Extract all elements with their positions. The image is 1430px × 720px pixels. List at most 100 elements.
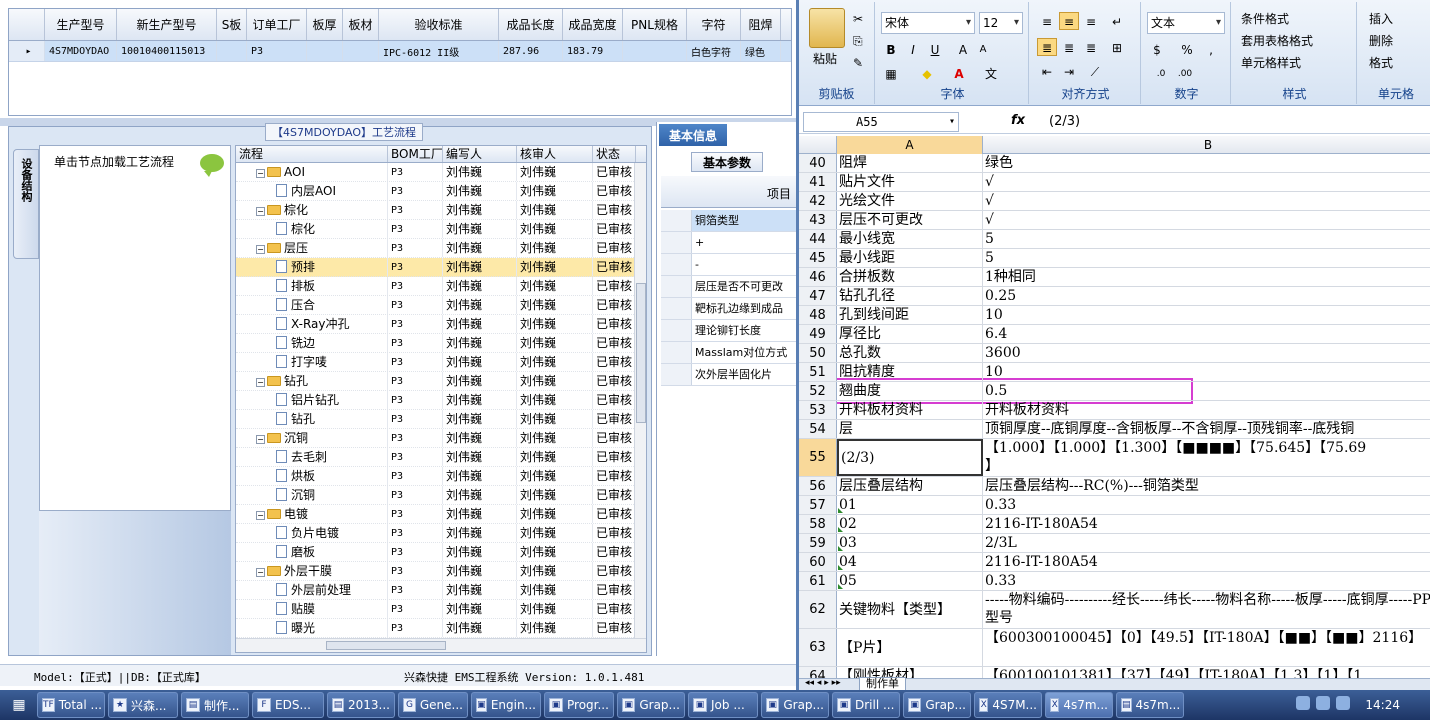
order-col-header[interactable]: 成品宽度 [563,9,623,40]
collapse-icon[interactable]: − [256,207,265,216]
cell-a[interactable]: 阻焊 [837,154,983,172]
cell-a[interactable]: 贴片文件 [837,173,983,191]
taskbar-button[interactable]: ▣ Engin... [471,692,541,718]
tree-col-header[interactable]: BOM工厂 [388,146,443,162]
order-cell[interactable]: 287.96 [499,41,563,61]
paste-button[interactable]: 粘贴 [813,50,837,67]
order-col-header[interactable]: 阻焊 [741,9,781,40]
format-button[interactable]: 格式 [1369,54,1393,71]
row-header[interactable]: 54 [799,420,837,438]
grow-font-icon[interactable]: A [953,40,973,58]
process-tree-row[interactable]: 去毛刺 P3 刘伟巍 刘伟巍 已审核 [236,448,636,467]
info-param-row[interactable]: 层压是否不可更改 [661,276,797,298]
align-left-icon[interactable]: ≣ [1037,38,1057,56]
cell-b[interactable]: -----物料编码----------经长-----纬长-----物料名称---… [983,591,1430,628]
insert-button[interactable]: 插入 [1369,10,1393,27]
cell-a[interactable]: 05 [837,572,983,590]
row-header[interactable]: 59 [799,534,837,552]
order-col-header[interactable]: S板 [217,9,247,40]
tree-vscrollbar[interactable] [634,163,646,638]
align-top-icon[interactable]: ≡ [1037,12,1057,30]
cell-a[interactable]: 厚径比 [837,325,983,343]
order-cell[interactable] [307,41,343,61]
process-tree-row[interactable]: 预排 P3 刘伟巍 刘伟巍 已审核 [236,258,636,277]
column-header-a[interactable]: A [837,136,983,154]
tree-col-header[interactable]: 流程 [236,146,388,162]
copy-icon[interactable]: ⎘ [853,34,863,49]
wrap-text-icon[interactable]: ↵ [1107,12,1127,30]
font-color-icon[interactable]: A [949,64,969,82]
order-col-header[interactable]: 验收标准 [379,9,499,40]
collapse-icon[interactable]: − [256,511,265,520]
cell-b[interactable]: 层压叠层结构---RC(%)---铜箔类型 [983,477,1430,495]
order-col-header[interactable]: 板厚 [307,9,343,40]
italic-icon[interactable]: I [903,40,923,58]
cell-a[interactable]: 【P片】 [837,629,983,666]
cell-a[interactable]: 层压不可更改 [837,211,983,229]
align-middle-icon[interactable]: ≡ [1059,12,1079,30]
taskbar-button[interactable]: X 4s7m... [1045,692,1113,718]
process-tree-row[interactable]: 排板 P3 刘伟巍 刘伟巍 已审核 [236,277,636,296]
info-param-row[interactable]: 次外层半固化片 [661,364,797,386]
process-tree-row[interactable]: 磨板 P3 刘伟巍 刘伟巍 已审核 [236,543,636,562]
tree-node[interactable]: X-Ray冲孔 [236,315,388,333]
row-header[interactable]: 49 [799,325,837,343]
column-header-b[interactable]: B [983,136,1430,154]
order-col-header[interactable]: 新生产型号 [117,9,217,40]
tree-node[interactable]: − 棕化 [236,201,388,219]
cell-b[interactable]: 2/3L [983,534,1430,552]
tree-node[interactable]: − 电镀 [236,505,388,523]
collapse-icon[interactable]: − [256,245,265,254]
table-format-button[interactable]: 套用表格格式 [1241,32,1313,49]
align-center-icon[interactable]: ≣ [1059,38,1079,56]
tree-node[interactable]: 铣边 [236,334,388,352]
bold-icon[interactable]: B [881,40,901,58]
row-header[interactable]: 63 [799,629,837,666]
cell-b[interactable]: 0.25 [983,287,1430,305]
process-tree-row[interactable]: − 外层干膜 P3 刘伟巍 刘伟巍 已审核 [236,562,636,581]
process-tree-row[interactable]: 内层AOI P3 刘伟巍 刘伟巍 已审核 [236,182,636,201]
row-header[interactable]: 64 [799,667,837,678]
order-cell[interactable]: 4S7MDOYDAO [45,41,117,61]
cell-styles-button[interactable]: 单元格样式 [1241,54,1301,71]
tree-node[interactable]: 打字唛 [236,353,388,371]
cell-b[interactable]: 【600300100045】【0】【49.5】【IT-180A】【■■】【■■】… [983,629,1430,666]
fx-icon[interactable]: fx [1011,113,1025,128]
tab-basic-info[interactable]: 基本信息 [659,124,727,146]
tree-node[interactable]: 烘板 [236,467,388,485]
row-header[interactable]: 44 [799,230,837,248]
start-menu-icon[interactable]: ▦ [4,692,34,718]
cell-a[interactable]: 钻孔孔径 [837,287,983,305]
cell-a[interactable]: 孔到线间距 [837,306,983,324]
row-header[interactable]: 58 [799,515,837,533]
font-size-select[interactable]: 12 [979,12,1023,34]
process-tree-row[interactable]: − 电镀 P3 刘伟巍 刘伟巍 已审核 [236,505,636,524]
order-col-header[interactable]: 成品长度 [499,9,563,40]
row-header[interactable]: 50 [799,344,837,362]
tree-node[interactable]: 曝光 [236,619,388,637]
order-col-header[interactable]: 板材 [343,9,379,40]
tree-node[interactable]: − 钻孔 [236,372,388,390]
cell-b[interactable]: 0.5 [983,382,1430,400]
row-header[interactable]: 61 [799,572,837,590]
comment-bubble-icon[interactable] [200,154,224,177]
process-tree-row[interactable]: − 层压 P3 刘伟巍 刘伟巍 已审核 [236,239,636,258]
order-col-header[interactable]: 订单工厂 [247,9,307,40]
fill-color-icon[interactable]: ◆ [917,64,937,82]
order-cell[interactable] [217,41,247,61]
process-tree-row[interactable]: 沉铜 P3 刘伟巍 刘伟巍 已审核 [236,486,636,505]
taskbar-button[interactable]: ★ 兴森... [108,692,178,718]
tree-col-header[interactable]: 状态 [593,146,636,162]
row-header[interactable]: 60 [799,553,837,571]
taskbar-button[interactable]: ▣ Drill ... [832,692,900,718]
percent-icon[interactable]: % [1177,40,1197,58]
order-cell[interactable] [623,41,687,61]
collapse-icon[interactable]: − [256,169,265,178]
row-header[interactable]: 42 [799,192,837,210]
process-tree-row[interactable]: 曝光 P3 刘伟巍 刘伟巍 已审核 [236,619,636,638]
cell-a[interactable]: 层压叠层结构 [837,477,983,495]
cell-b[interactable]: 【1.000】【1.000】【1.300】【■■■■】【75.645】【75.6… [983,439,1430,476]
info-param-row[interactable]: + [661,232,797,254]
cell-a[interactable]: 开料板材资料 [837,401,983,419]
process-tree-row[interactable]: X-Ray冲孔 P3 刘伟巍 刘伟巍 已审核 [236,315,636,334]
